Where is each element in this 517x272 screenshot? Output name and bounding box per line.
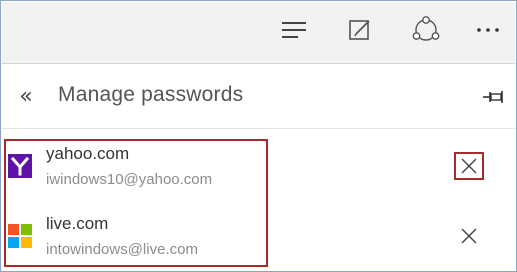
share-button[interactable] — [404, 10, 448, 50]
yahoo-logo-icon — [8, 154, 32, 178]
page-title: Manage passwords — [58, 83, 244, 106]
close-icon — [461, 158, 477, 174]
panel-header: « Manage passwords — [2, 65, 515, 129]
remove-button[interactable] — [454, 152, 484, 180]
password-list: yahoo.com iwindows10@yahoo.com live.com … — [2, 130, 515, 270]
browser-window: « Manage passwords yahoo.com iwindows10@… — [0, 0, 517, 272]
site-name: yahoo.com — [46, 144, 130, 163]
share-icon — [412, 16, 440, 41]
more-icon — [477, 28, 499, 32]
hub-button[interactable] — [272, 10, 316, 50]
close-icon — [461, 228, 477, 244]
windows-logo-icon — [8, 224, 32, 248]
site-name: live.com — [46, 214, 109, 233]
web-note-icon — [349, 20, 370, 40]
remove-button[interactable] — [454, 222, 484, 250]
more-button[interactable] — [466, 10, 510, 50]
back-button[interactable]: « — [12, 81, 40, 113]
hub-icon — [282, 22, 306, 38]
list-item[interactable]: live.com intowindows@live.com — [2, 212, 515, 272]
site-username: iwindows10@yahoo.com — [46, 171, 213, 188]
pin-icon — [483, 91, 503, 103]
list-item[interactable]: yahoo.com iwindows10@yahoo.com — [2, 142, 515, 202]
pin-button[interactable] — [479, 83, 509, 111]
web-note-button[interactable] — [338, 10, 382, 50]
browser-toolbar — [2, 2, 515, 64]
site-username: intowindows@live.com — [46, 241, 198, 258]
